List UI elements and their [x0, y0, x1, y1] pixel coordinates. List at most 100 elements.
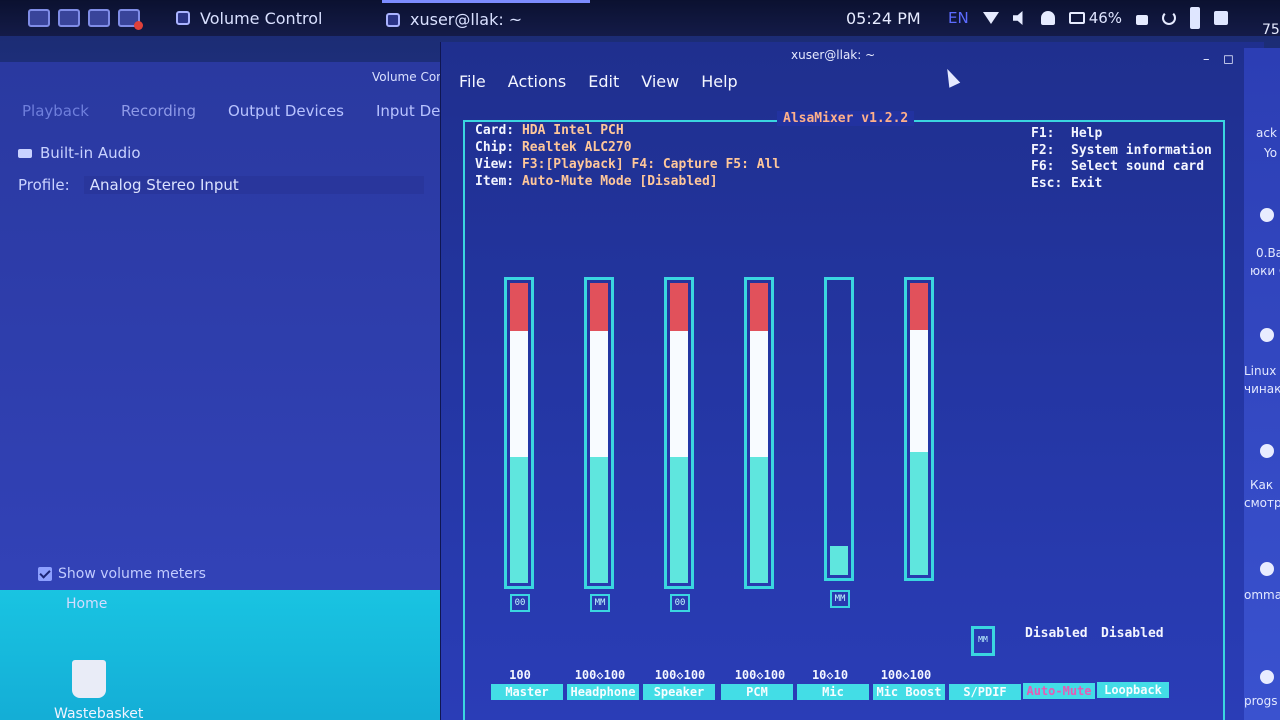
menu-actions[interactable]: Actions [508, 72, 566, 91]
desktop-home-label[interactable]: Home [66, 596, 107, 612]
wifi-icon[interactable] [982, 12, 999, 24]
lock-icon[interactable] [1136, 15, 1149, 25]
menu-edit[interactable]: Edit [588, 72, 619, 91]
fader-segment-cyan [750, 457, 768, 583]
volume-tabs: Playback Recording Output Devices Input … [22, 102, 471, 120]
label-spdif[interactable]: S/PDIF [949, 684, 1021, 700]
menu-view[interactable]: View [641, 72, 679, 91]
fader-track [750, 283, 768, 583]
volume-icon[interactable] [1012, 11, 1023, 25]
value-headphone: 100◇100 [574, 668, 626, 682]
maximize-button[interactable]: ◻ [1223, 52, 1234, 67]
label-loopback[interactable]: Loopback [1097, 682, 1169, 698]
desktop-wastebasket-label[interactable]: Wastebasket [54, 706, 143, 720]
fader-segment-red [910, 283, 928, 330]
label-speaker[interactable]: Speaker [643, 684, 715, 700]
info-key: Item: [475, 174, 515, 189]
lock-icon[interactable] [1260, 670, 1274, 684]
key-action: Help [1071, 126, 1103, 141]
label-master[interactable]: Master [491, 684, 563, 700]
device-row: Built-in Audio [18, 144, 141, 162]
task-volume-control[interactable]: Volume Control [176, 0, 322, 36]
info-line: Card: HDA Intel PCH [475, 122, 780, 139]
browser-window-edge: ack Yo 0.Ba юки С Linux чинак Как смотре… [1244, 48, 1280, 720]
fader-segment-red [750, 283, 768, 331]
key-action: Exit [1071, 175, 1103, 191]
profile-row: Profile: Analog Stereo Input [18, 176, 424, 194]
mute-mic[interactable]: MM [830, 590, 850, 608]
lock-icon[interactable] [1260, 562, 1274, 576]
profile-label: Profile: [18, 176, 70, 194]
fader-track [510, 283, 528, 583]
desktop-icon[interactable] [28, 9, 50, 27]
key-name: F1: [1031, 126, 1055, 141]
power-icon[interactable] [1162, 11, 1177, 25]
fader-master[interactable] [504, 277, 534, 589]
key-action: System information [1071, 142, 1212, 158]
fader-segment-red [670, 283, 688, 331]
keyboard-layout[interactable]: EN [948, 9, 969, 27]
mute-speaker[interactable]: 00 [670, 594, 690, 612]
loopback-status: Disabled [1101, 626, 1164, 641]
wastebasket-icon[interactable] [72, 660, 106, 698]
label-pcm[interactable]: PCM [721, 684, 793, 700]
info-line: Item: Auto-Mute Mode [Disabled] [475, 173, 780, 190]
label-mic[interactable]: Mic [797, 684, 869, 700]
fader-segment-cyan [910, 452, 928, 575]
value-master: 100 [509, 668, 531, 682]
label-mic-boost[interactable]: Mic Boost [873, 684, 945, 700]
file-manager-icon[interactable] [58, 9, 80, 27]
edge-text: progs [1244, 694, 1278, 708]
fader-segment-white [510, 331, 528, 457]
star-icon[interactable] [1260, 444, 1274, 458]
minimize-button[interactable]: – [1203, 52, 1210, 67]
alsamixer-panel: AlsaMixer v1.2.2 Card: HDA Intel PCH Chi… [463, 111, 1225, 720]
edge-text: ack [1256, 126, 1277, 140]
edge-number: 75 [1262, 22, 1280, 38]
meters-checkbox[interactable] [38, 567, 52, 581]
battery-indicator[interactable]: 46% [1068, 9, 1122, 27]
menu-help[interactable]: Help [701, 72, 737, 91]
terminal-window: xuser@llak: ~ – ◻ ✕ File Actions Edit Vi… [440, 42, 1264, 720]
workspace-indicator[interactable] [1190, 7, 1201, 29]
info-line: View: F3:[Playback] F4: Capture F5: All [475, 156, 780, 173]
tab-output-devices[interactable]: Output Devices [228, 102, 344, 120]
key-line: F2: System information [1031, 143, 1212, 160]
show-volume-meters[interactable]: Show volume meters [38, 566, 206, 582]
tab-recording[interactable]: Recording [121, 102, 196, 120]
star-icon[interactable] [1260, 208, 1274, 222]
audio-card-icon [18, 148, 32, 158]
fader-track [910, 283, 928, 575]
task-terminal[interactable]: xuser@llak: ~ [382, 0, 590, 36]
mute-master[interactable]: 00 [510, 594, 530, 612]
mute-headphone[interactable]: MM [590, 594, 610, 612]
tab-playback[interactable]: Playback [22, 102, 89, 120]
window-title: Volume Con [372, 70, 444, 84]
terminal-launcher-icon[interactable] [88, 9, 110, 27]
fader-speaker[interactable] [664, 277, 694, 589]
menu-file[interactable]: File [459, 72, 486, 91]
value-mic: 10◇10 [811, 668, 849, 682]
fader-segment-cyan [830, 545, 848, 575]
task-label: xuser@llak: ~ [410, 10, 523, 29]
profile-select[interactable]: Analog Stereo Input [83, 176, 424, 194]
spdif-switch[interactable]: MM [971, 626, 995, 656]
edge-text: Linux [1244, 364, 1277, 378]
clock[interactable]: 05:24 PM [846, 0, 921, 36]
screen-recorder-icon[interactable] [118, 9, 143, 30]
fader-headphone[interactable] [584, 277, 614, 589]
label-headphone[interactable]: Headphone [567, 684, 639, 700]
info-value: Auto-Mute Mode [Disabled] [521, 174, 718, 189]
star-icon[interactable] [1260, 328, 1274, 342]
show-desktop-icon[interactable] [1214, 11, 1229, 25]
fader-segment-cyan [590, 457, 608, 583]
notification-bell-icon[interactable] [1040, 11, 1055, 25]
fader-mic-boost[interactable] [904, 277, 934, 581]
card-info: Card: HDA Intel PCH Chip: Realtek ALC270… [475, 122, 780, 190]
fader-pcm[interactable] [744, 277, 774, 589]
value-mic-boost: 100◇100 [880, 668, 932, 682]
fader-mic[interactable] [824, 277, 854, 581]
label-auto-mute[interactable]: Auto-Mute [1023, 683, 1095, 699]
edge-text: юки С [1250, 264, 1280, 278]
value-speaker: 100◇100 [654, 668, 706, 682]
